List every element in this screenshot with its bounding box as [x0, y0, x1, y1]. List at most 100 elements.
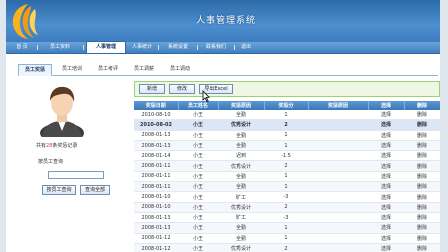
cell-reason-2: [308, 202, 368, 213]
cell-date: 2008-01-12: [134, 243, 178, 252]
add-button[interactable]: 新增: [139, 84, 165, 94]
select-link[interactable]: 选择: [368, 160, 404, 172]
cell-date: 2008-01-13: [134, 212, 178, 224]
select-link[interactable]: 选择: [368, 202, 404, 213]
tab-evaluation[interactable]: 员工考评: [92, 64, 124, 74]
cell-name: 小王: [178, 130, 218, 141]
edit-button[interactable]: 修改: [169, 84, 195, 94]
action-toolbar: 新增 修改 导出Excel: [134, 81, 440, 97]
delete-link[interactable]: 删除: [404, 233, 440, 244]
nav-item-employee-info[interactable]: 员工资料: [40, 42, 80, 53]
select-link[interactable]: 选择: [368, 130, 404, 141]
select-link[interactable]: 选择: [368, 110, 404, 121]
cell-date: 2008-01-10: [134, 202, 178, 213]
header-banner: 人事管理系统: [6, 0, 440, 42]
tab-training[interactable]: 员工培训: [56, 64, 88, 74]
cell-date: 2008-01-10: [134, 191, 178, 203]
cell-date: 2010-08-10: [134, 110, 178, 121]
delete-link[interactable]: 删除: [404, 171, 440, 183]
delete-link[interactable]: 删除: [404, 110, 440, 121]
delete-link[interactable]: 删除: [404, 160, 440, 172]
select-link[interactable]: 选择: [368, 212, 404, 224]
nav-separator: [234, 45, 235, 50]
select-link[interactable]: 选择: [368, 140, 404, 152]
select-link[interactable]: 选择: [368, 233, 404, 244]
count-prefix: 共有: [36, 143, 47, 149]
nav-item-settings[interactable]: 系统设置: [160, 42, 196, 53]
delete-link[interactable]: 删除: [404, 150, 440, 162]
table-row[interactable]: 2008-01-12 小王 优秀设计 2 选择 删除: [134, 243, 440, 252]
table-row[interactable]: 2008-01-13 小王 全勤 1 选择 删除: [134, 140, 440, 152]
delete-link[interactable]: 删除: [404, 191, 440, 203]
table-row[interactable]: 2008-01-10 小王 优秀设计 2 选择 删除: [134, 202, 440, 213]
nav-item-logout[interactable]: 退出: [236, 42, 256, 53]
col-header-delete: 删除: [404, 101, 440, 110]
app-title: 人事管理系统: [196, 16, 257, 26]
delete-link[interactable]: 删除: [404, 140, 440, 152]
table-row[interactable]: 2008-01-11 小王 全勤 1 选择 删除: [134, 171, 440, 183]
nav-item-hr-statistics[interactable]: 人事统计: [126, 42, 158, 53]
cell-date: 2008-01-11: [134, 171, 178, 183]
table-row[interactable]: 2010-08-10 小王 全勤 1 选择 删除: [134, 110, 440, 121]
delete-link[interactable]: 删除: [404, 119, 440, 131]
cell-date: 2008-01-13: [134, 222, 178, 234]
table-row[interactable]: 2008-01-13 小王 全勤 1 选择 删除: [134, 130, 440, 141]
col-header-score[interactable]: 奖惩分: [264, 101, 309, 110]
table-row[interactable]: 2008-01-14 小王 迟到 -1.5 选择 删除: [134, 150, 440, 162]
cell-reason: 全勤: [218, 181, 264, 193]
cell-date: 2008-01-11: [134, 160, 178, 172]
delete-link[interactable]: 删除: [404, 222, 440, 234]
query-all-button[interactable]: 查询全部: [80, 185, 110, 195]
table-header-row: 奖惩日期 员工姓名 奖惩原因 奖惩分 奖惩原因 选择 删除: [134, 101, 440, 110]
cell-reason: 优秀设计: [218, 160, 264, 172]
nav-separator: [158, 45, 159, 50]
table-row[interactable]: 2008-01-12 小王 全勤 1 选择 删除: [134, 233, 440, 244]
table-row[interactable]: 2008-01-13 小王 全勤 1 选择 删除: [134, 222, 440, 234]
nav-item-home[interactable]: 首 页: [8, 42, 36, 53]
delete-link[interactable]: 删除: [404, 212, 440, 224]
cell-reason: 迟到: [218, 150, 264, 162]
select-link[interactable]: 选择: [368, 150, 404, 162]
select-link[interactable]: 选择: [368, 119, 404, 131]
cell-reason: 全勤: [218, 110, 264, 121]
table-row[interactable]: 2008-01-13 小王 旷工 -3 选择 删除: [134, 212, 440, 224]
cell-reason-2: [308, 181, 368, 193]
col-header-name[interactable]: 员工姓名: [178, 101, 219, 110]
cell-score: 1: [264, 222, 308, 234]
mouse-cursor-icon: [202, 90, 210, 102]
table-row[interactable]: 2010-08-02 小王 优秀设计 2 选择 删除: [134, 119, 440, 131]
select-link[interactable]: 选择: [368, 181, 404, 193]
col-header-reason[interactable]: 奖惩原因: [218, 101, 265, 110]
cell-reason-2: [308, 243, 368, 252]
nav-item-hr-management[interactable]: 人事管理: [86, 41, 126, 53]
table-body: 2010-08-10 小王 全勤 1 选择 删除 2010-08-02 小王 优秀设计 2 选择 删除…: [134, 110, 440, 252]
select-link[interactable]: 选择: [368, 243, 404, 252]
tab-rewards-penalties[interactable]: 员工奖惩: [18, 64, 52, 76]
tab-transfer[interactable]: 员工调动: [164, 64, 196, 74]
delete-link[interactable]: 删除: [404, 130, 440, 141]
cell-reason-2: [308, 119, 368, 131]
col-header-date[interactable]: 奖惩日期: [134, 101, 179, 110]
cell-reason: 全勤: [218, 222, 264, 234]
delete-link[interactable]: 删除: [404, 243, 440, 252]
cell-name: 小王: [178, 140, 218, 152]
query-by-employee-button[interactable]: 按员工查询: [42, 185, 76, 195]
employee-query-input[interactable]: [48, 171, 104, 179]
table-row[interactable]: 2008-01-11 小王 优秀设计 2 选择 删除: [134, 160, 440, 172]
table-row[interactable]: 2008-01-10 小王 旷工 -3 选择 删除: [134, 191, 440, 203]
nav-item-contact[interactable]: 联系我们: [199, 42, 233, 53]
select-link[interactable]: 选择: [368, 191, 404, 203]
delete-link[interactable]: 删除: [404, 202, 440, 213]
tab-salary-adjust[interactable]: 员工调薪: [128, 64, 160, 74]
cell-reason: 优秀设计: [218, 202, 264, 213]
select-link[interactable]: 选择: [368, 171, 404, 183]
cell-score: 1: [264, 130, 308, 141]
select-link[interactable]: 选择: [368, 222, 404, 234]
table-row[interactable]: 2008-01-11 小王 全勤 1 选择 删除: [134, 181, 440, 193]
cell-name: 小王: [178, 243, 218, 252]
col-header-reason-2[interactable]: 奖惩原因: [308, 101, 369, 110]
rewards-table: 奖惩日期 员工姓名 奖惩原因 奖惩分 奖惩原因 选择 删除 2010-08-10…: [134, 101, 440, 252]
delete-link[interactable]: 删除: [404, 181, 440, 193]
cell-name: 小王: [178, 119, 218, 131]
cell-reason-2: [308, 233, 368, 244]
